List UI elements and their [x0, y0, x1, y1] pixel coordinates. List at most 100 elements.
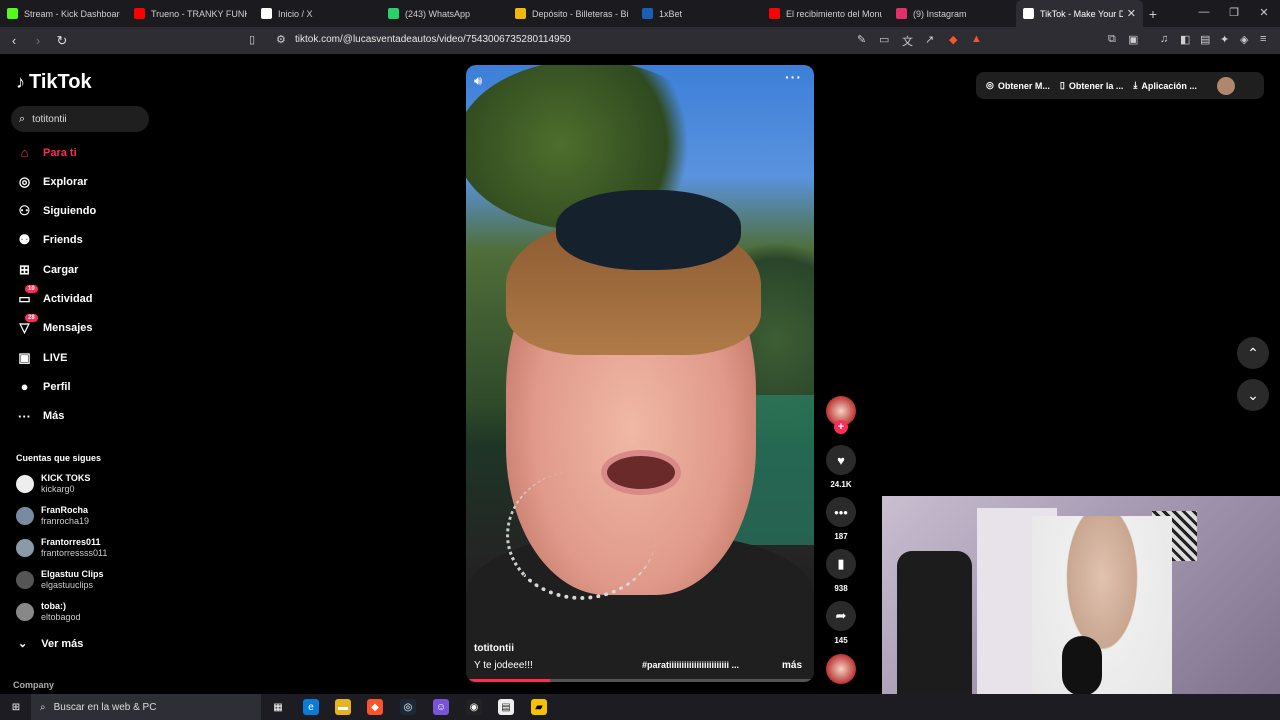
sidebar-item-live[interactable]: ▣ LIVE [16, 349, 67, 366]
browser-tab[interactable]: (243) WhatsApp [381, 0, 508, 27]
notification-badge: 28 [25, 313, 38, 322]
previous-video-button[interactable]: ⌃ [1237, 337, 1269, 369]
sidebar-item-para-ti[interactable]: ⌂ Para ti [16, 144, 77, 161]
browser-tab[interactable]: Trueno - TRANKY FUNKY ( [127, 0, 254, 27]
new-tab-button[interactable]: + [1143, 6, 1163, 22]
sidebar-item-mensajes[interactable]: ▽ 28 Mensajes [16, 313, 93, 337]
followed-account[interactable]: FranRocha franrocha19 [16, 505, 89, 527]
brave-shield-icon[interactable]: ◆ [949, 33, 957, 46]
get-coins-button[interactable]: ◎ Obtener M... [986, 80, 1050, 91]
sidebar-item-label: Más [43, 410, 65, 423]
close-window-icon[interactable]: ✕ [1257, 6, 1271, 19]
share-arrow-icon[interactable]: ➦ [826, 601, 856, 631]
company-link[interactable]: Company [13, 680, 54, 690]
caption-more-button[interactable]: más [782, 660, 802, 671]
no-sound-icon[interactable]: ✎ [857, 33, 866, 46]
download-app-button[interactable]: ⤓ Aplicación ... [1133, 80, 1197, 91]
brave-rewards-icon[interactable]: ▲ [971, 33, 982, 45]
share-action[interactable]: ➦ 145 [825, 601, 857, 645]
save-action[interactable]: ▮ 938 [825, 549, 857, 593]
edge-icon[interactable]: e [303, 699, 319, 715]
browser-tab[interactable]: TikTok - Make Your Da ✕ [1016, 0, 1143, 27]
sidebar-item-más[interactable]: ··· Más [16, 408, 64, 425]
wallet-icon[interactable]: ▣ [1128, 33, 1138, 46]
messages-icon: ▽ 28 [16, 313, 38, 337]
vpn-icon[interactable]: ◈ [1240, 33, 1248, 46]
sidebar-item-friends[interactable]: ⚉ Friends [16, 232, 83, 249]
sidebar-toggle-icon[interactable]: ◧ [1180, 33, 1190, 46]
volume-icon[interactable]: 🔊︎ [474, 73, 482, 89]
music-disc-icon[interactable] [826, 654, 856, 684]
sidebar-item-actividad[interactable]: ▭ 10 Actividad [16, 284, 93, 308]
extensions-icon[interactable]: ⧉ [1108, 33, 1116, 46]
browser-tab[interactable]: Depósito - Billeteras - Bina [508, 0, 635, 27]
sidebar-item-cargar[interactable]: ⊞ Cargar [16, 261, 78, 278]
sidebar-item-perfil[interactable]: ● Perfil [16, 378, 71, 395]
followed-account[interactable]: Frantorres011 frantorressss011 [16, 537, 107, 559]
get-app-button[interactable]: ▯ Obtener la ... [1060, 80, 1123, 91]
forward-icon[interactable]: › [28, 33, 48, 48]
bookmark-icon[interactable]: ▯ [249, 33, 255, 46]
user-avatar[interactable] [1216, 76, 1235, 95]
windows-start-icon[interactable]: ⊞ [8, 699, 24, 715]
more-options-icon[interactable]: ··· [785, 69, 802, 85]
cast-icon[interactable]: ▭ [879, 33, 889, 46]
video-hashtags[interactable]: #paratiiiiiiiiiiiiiiiiiiiiiiii ... [642, 660, 760, 670]
file-explorer-icon[interactable]: ▬ [335, 699, 351, 715]
bookmark-icon[interactable]: ▮ [826, 549, 856, 579]
next-video-button[interactable]: ⌄ [1237, 379, 1269, 411]
notes-icon[interactable]: ▰ [531, 699, 547, 715]
see-more-button[interactable]: ⌄ Ver más [18, 637, 83, 651]
task-view-icon[interactable]: ▦ [270, 699, 286, 715]
comment-action[interactable]: ••• 187 [825, 497, 857, 541]
browser-tab[interactable]: Inicio / X [254, 0, 381, 27]
video-player[interactable]: 🔊︎ ··· totitontii Y te jodeee!!! #parati… [466, 65, 814, 682]
obs-icon[interactable]: ◉ [466, 699, 482, 715]
browser-tab[interactable]: (9) Instagram [889, 0, 1016, 27]
browser-tab[interactable]: 1xBet [635, 0, 762, 27]
browser-tab[interactable]: Stream - Kick Dashboard [0, 0, 127, 27]
avatar [16, 571, 34, 589]
minimize-icon[interactable]: — [1197, 6, 1211, 18]
sidebar-item-siguiendo[interactable]: ⚇ Siguiendo [16, 203, 97, 220]
close-tab-icon[interactable]: ✕ [1127, 7, 1136, 20]
steam-icon[interactable]: ◎ [400, 699, 416, 715]
sidebar-item-explorar[interactable]: ◎ Explorar [16, 173, 88, 190]
share-icon[interactable]: ↗ [925, 33, 934, 46]
maximize-icon[interactable]: ❐ [1227, 6, 1241, 19]
sidebar-item-label: LIVE [43, 351, 68, 364]
followed-account[interactable]: KICK TOKS kickarg0 [16, 473, 90, 495]
comment-icon[interactable]: ••• [826, 497, 856, 527]
search-input[interactable]: ⌕ totitontii [11, 106, 149, 132]
followed-account[interactable]: toba:) eltobagod [16, 601, 81, 623]
chevron-down-icon: ⌄ [1247, 386, 1259, 403]
follow-button[interactable]: + [834, 420, 848, 434]
video-progress-fill [466, 679, 550, 682]
like-action[interactable]: ♥ 24.1K [825, 445, 857, 489]
heart-icon[interactable]: ♥ [826, 445, 856, 475]
back-icon[interactable]: ‹ [4, 33, 24, 48]
wallet2-icon[interactable]: ▤ [1200, 33, 1210, 46]
windows-taskbar: ⊞ ⌕ Buscar en la web & PC ▦ e ▬ ◆ ◎ ☺ ◉ … [0, 694, 1280, 720]
leo-icon[interactable]: ✦ [1220, 33, 1229, 46]
discord-icon[interactable]: ☺ [433, 699, 449, 715]
notification-badge: 10 [25, 284, 38, 293]
top-right-toolbar: ◎ Obtener M... ▯ Obtener la ... ⤓ Aplicació… [976, 72, 1264, 99]
taskbar-search-input[interactable]: ⌕ Buscar en la web & PC [31, 694, 261, 720]
media-icon[interactable]: ♫ [1160, 33, 1168, 45]
menu-icon[interactable]: ≡ [1260, 33, 1266, 45]
tiktok-logo[interactable]: ♪ TikTok [16, 71, 92, 94]
followed-account[interactable]: Elgastuu Clips elgastuuclips [16, 569, 104, 591]
brave-icon[interactable]: ◆ [367, 699, 383, 715]
browser-tab[interactable]: El recibimiento del Monum [762, 0, 889, 27]
instagram-icon [896, 8, 907, 19]
video-progress-bar[interactable] [466, 679, 814, 682]
avatar [16, 539, 34, 557]
translate-icon[interactable]: 文 [902, 33, 913, 49]
calculator-icon[interactable]: ▤ [498, 699, 514, 715]
site-info-icon[interactable]: ⚙ [276, 33, 286, 46]
url-field[interactable]: tiktok.com/@lucasventadeautos/video/7543… [295, 34, 571, 45]
video-username[interactable]: totitontii [474, 643, 514, 654]
reload-icon[interactable]: ↻ [52, 33, 72, 49]
avatar [16, 603, 34, 621]
